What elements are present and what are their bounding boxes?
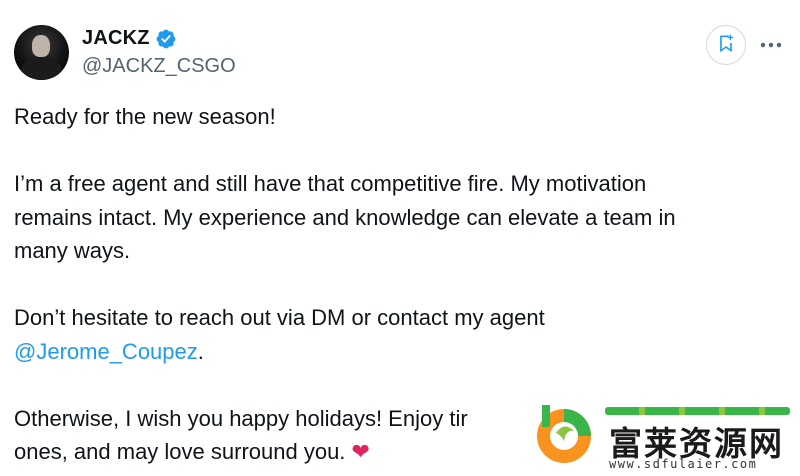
tweet-line: I’m a free agent and still have that com… [14,171,647,196]
author-name-row: JACKZ [82,27,177,50]
heart-emoji: ❤ [351,439,370,464]
avatar-face-shape [32,35,50,57]
watermark-logo-icon [534,403,594,465]
tweet-line: Don’t hesitate to reach out via DM or co… [14,305,545,330]
watermark-url: www.sdfulaier.com [609,457,758,471]
verified-badge-icon[interactable] [155,28,177,50]
bookmark-plus-icon [716,33,736,58]
tweet-line-text: ones, and may love surround you. [14,439,346,464]
more-icon [759,36,783,54]
author-display-name[interactable]: JACKZ [82,27,150,50]
avatar-body-shape [21,56,62,80]
tweet-line: many ways. [14,238,131,263]
tweet-line-mention: @Jerome_Coupez. [14,335,784,369]
watermark-green-bar [605,407,790,415]
agent-mention-link[interactable]: @Jerome_Coupez [14,339,198,364]
tweet-header: JACKZ @JACKZ_CSGO [14,25,786,81]
tweet-line: Ready for the new season! [14,104,276,129]
watermark: 富莱资源网 www.sdfulaier.com [525,377,800,476]
author-handle[interactable]: @JACKZ_CSGO [82,55,236,78]
avatar[interactable] [14,25,69,80]
mention-period: . [197,338,204,364]
bookmark-button[interactable] [706,25,746,65]
tweet-line: remains intact. My experience and knowle… [14,204,676,230]
more-options-button[interactable] [756,27,786,63]
